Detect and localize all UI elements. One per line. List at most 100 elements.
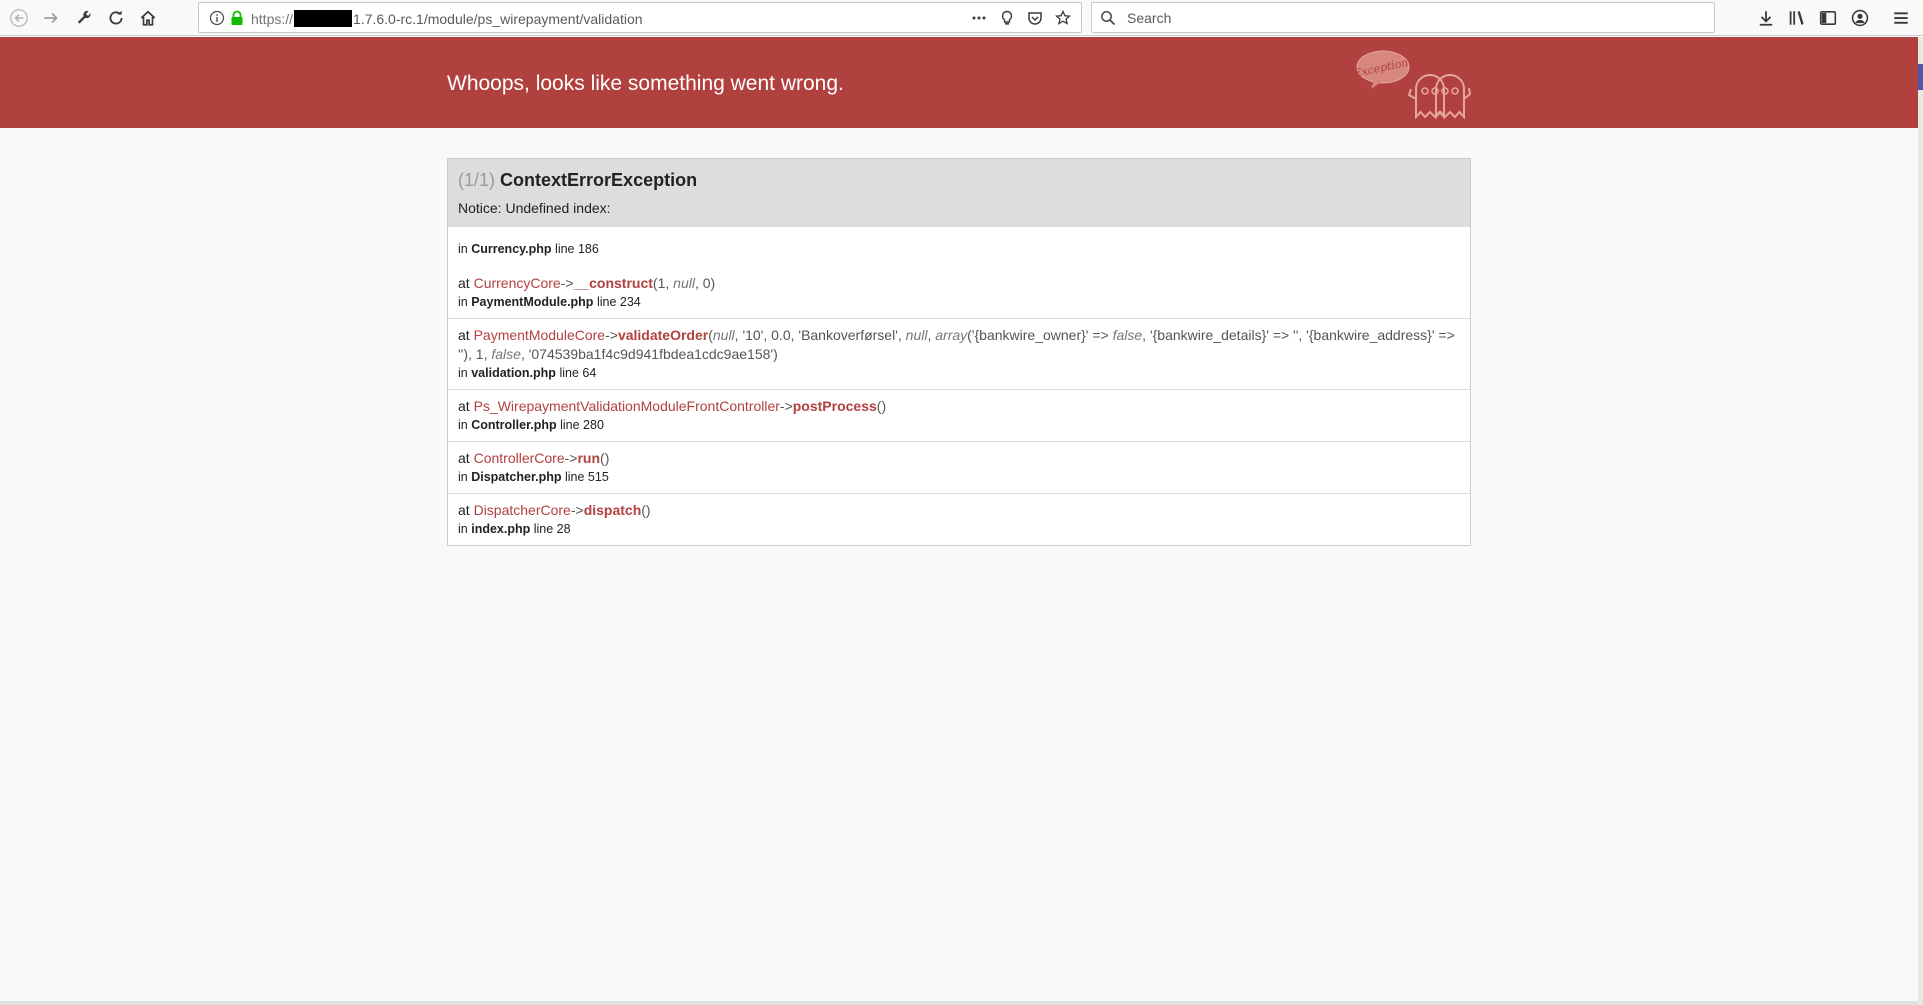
trace-line: line 280 xyxy=(560,418,604,432)
url-text[interactable]: https:// 1.7.6.0-rc.1/module/ps_wirepayme… xyxy=(251,10,643,27)
hamburger-menu-icon xyxy=(1894,12,1908,24)
trace-line: line 28 xyxy=(533,522,571,536)
trace-file: Currency.php xyxy=(471,242,552,256)
trace-class: ControllerCore xyxy=(473,450,565,466)
trace-location: in Controller.php line 280 xyxy=(458,416,1460,435)
trace-file: index.php xyxy=(471,522,531,536)
trace-method: run xyxy=(577,450,601,466)
exception-message: Notice: Undefined index: xyxy=(458,200,611,216)
trace-method: postProcess xyxy=(792,398,877,414)
url-bar-actions xyxy=(967,7,1075,29)
sidebar-icon xyxy=(1819,11,1837,25)
trace-in-label: in xyxy=(458,522,468,536)
home-icon xyxy=(140,10,156,26)
trace-call: at PaymentModuleCore->validateOrder(null… xyxy=(458,326,1460,364)
page-actions-button[interactable] xyxy=(967,7,991,29)
trace-in-label: in xyxy=(458,418,468,432)
trace-location: in validation.php line 64 xyxy=(458,364,1460,383)
trace-arrow: -> xyxy=(570,502,584,518)
trace-location: in Currency.php line 186 xyxy=(458,242,599,256)
exception-heading: (1/1) ContextErrorException xyxy=(458,170,1460,191)
pocket-button[interactable] xyxy=(1023,7,1047,29)
trace-location: in Dispatcher.php line 515 xyxy=(458,468,1460,487)
trace-arrow: -> xyxy=(560,275,574,291)
back-arrow-icon xyxy=(10,9,28,27)
trace-in-label: in xyxy=(458,470,468,484)
trace-item: at Ps_WirepaymentValidationModuleFrontCo… xyxy=(448,389,1470,441)
trace-line: line 515 xyxy=(565,470,609,484)
error-title: Whoops, looks like something went wrong. xyxy=(447,72,844,95)
trace-file: Dispatcher.php xyxy=(471,470,562,484)
sidebar-button[interactable] xyxy=(1814,4,1842,32)
trace-arrow: -> xyxy=(605,327,618,343)
bookmark-star-button[interactable] xyxy=(1051,7,1075,29)
menu-button[interactable] xyxy=(1887,4,1915,32)
trace-at-label: at xyxy=(458,450,470,466)
account-button[interactable] xyxy=(1846,4,1874,32)
trace-arrow: -> xyxy=(779,398,793,414)
trace-item: at DispatcherCore->dispatch() in index.p… xyxy=(448,493,1470,545)
trace-at-label: at xyxy=(458,327,470,343)
redacted-host xyxy=(294,10,353,27)
forward-arrow-icon xyxy=(44,12,58,24)
trace-line: line 64 xyxy=(559,366,597,380)
search-bar[interactable]: Search xyxy=(1091,2,1715,33)
trace-args: () xyxy=(600,450,610,466)
trace-method: dispatch xyxy=(583,502,642,518)
trace-method: __construct xyxy=(573,275,653,291)
scrollbar-marker xyxy=(1918,64,1923,90)
trace-call: at ControllerCore->run() xyxy=(458,449,1460,468)
exception-box: (1/1) ContextErrorException Notice: Unde… xyxy=(447,158,1471,546)
trace-file: validation.php xyxy=(471,366,556,380)
star-icon xyxy=(1055,10,1071,25)
trace-call: at CurrencyCore->__construct(1, null, 0) xyxy=(458,274,1460,293)
trace-args: () xyxy=(876,398,887,414)
trace-class: Ps_WirepaymentValidationModuleFrontContr… xyxy=(473,398,780,414)
error-header: Whoops, looks like something went wrong.… xyxy=(0,37,1918,128)
trace-in-label: in xyxy=(458,242,468,256)
url-scheme: https:// xyxy=(251,10,294,27)
tips-button[interactable] xyxy=(995,7,1019,29)
bottom-edge xyxy=(0,1001,1918,1005)
trace-location: in index.php line 28 xyxy=(458,520,1460,539)
trace-item: at PaymentModuleCore->validateOrder(null… xyxy=(448,318,1470,389)
exception-header: (1/1) ContextErrorException Notice: Unde… xyxy=(448,159,1470,227)
trace-at-label: at xyxy=(458,398,470,414)
back-button[interactable] xyxy=(5,4,33,32)
search-icon xyxy=(1101,11,1116,26)
info-icon[interactable] xyxy=(209,10,225,26)
reload-button[interactable] xyxy=(102,4,130,32)
library-button[interactable] xyxy=(1783,4,1811,32)
account-icon xyxy=(1851,9,1869,27)
url-path: 1.7.6.0-rc.1/module/ps_wirepayment/valid… xyxy=(353,10,643,27)
trace-file: Controller.php xyxy=(471,418,557,432)
search-placeholder: Search xyxy=(1127,10,1172,26)
trace-arrow: -> xyxy=(564,450,578,466)
pocket-icon xyxy=(1028,12,1042,25)
browser-toolbar: https:// 1.7.6.0-rc.1/module/ps_wirepayme… xyxy=(0,0,1923,36)
trace-item: at ControllerCore->run() in Dispatcher.p… xyxy=(448,441,1470,493)
forward-button[interactable] xyxy=(37,4,65,32)
trace-args: () xyxy=(641,502,651,518)
url-bar[interactable]: https:// 1.7.6.0-rc.1/module/ps_wirepayme… xyxy=(198,2,1082,33)
download-icon xyxy=(1759,11,1773,26)
home-button[interactable] xyxy=(134,4,162,32)
wrench-icon xyxy=(77,10,91,24)
lock-icon[interactable] xyxy=(230,10,244,26)
trace-item: in Currency.php line 186 xyxy=(448,227,1470,267)
trace-at-label: at xyxy=(458,275,470,291)
trace-at-label: at xyxy=(458,502,470,518)
exception-count: (1/1) xyxy=(458,170,496,190)
reload-icon xyxy=(109,10,123,25)
trace-class: DispatcherCore xyxy=(473,502,571,518)
scrollbar-track[interactable] xyxy=(1918,37,1923,1005)
downloads-button[interactable] xyxy=(1752,4,1780,32)
trace-args: (1, null, 0) xyxy=(652,275,716,291)
trace-line: line 186 xyxy=(555,242,599,256)
stack-trace: in Currency.php line 186 at CurrencyCore… xyxy=(448,227,1470,545)
ellipsis-icon xyxy=(972,16,986,20)
developer-tools-button[interactable] xyxy=(70,4,98,32)
trace-location: in PaymentModule.php line 234 xyxy=(458,293,1460,312)
trace-method: validateOrder xyxy=(617,327,709,343)
trace-class: CurrencyCore xyxy=(473,275,561,291)
